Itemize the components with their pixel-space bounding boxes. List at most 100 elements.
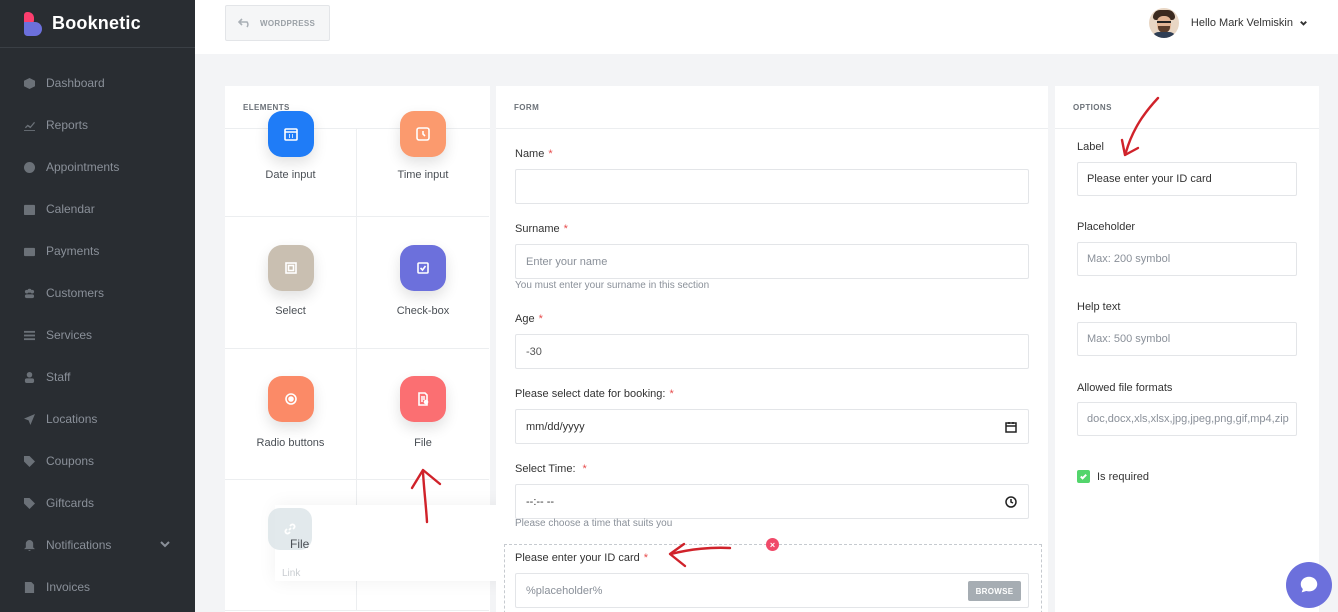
id-card-file-field[interactable]: %placeholder% BROWSE <box>515 573 1029 608</box>
user-icon <box>24 371 35 383</box>
select-time-field[interactable]: --:-- -- <box>515 484 1029 519</box>
sidebar-item-dashboard[interactable]: Dashboard <box>0 62 195 104</box>
element-check-box[interactable]: Check-box <box>357 217 489 349</box>
sidebar-item-notifications[interactable]: Notifications <box>0 524 195 566</box>
drag-ghost-sublabel: Link <box>282 568 301 579</box>
booking-date-field[interactable]: mm/dd/yyyy <box>515 409 1029 444</box>
age-field[interactable]: -30 <box>515 334 1029 369</box>
chat-support-button[interactable] <box>1286 562 1332 608</box>
sidebar-item-label: Appointments <box>46 160 120 174</box>
booking-date-value: mm/dd/yyyy <box>526 420 585 433</box>
sidebar-nav: Dashboard Reports Appointments Calendar … <box>0 62 195 608</box>
sidebar-item-payments[interactable]: Payments <box>0 230 195 272</box>
sidebar-item-appointments[interactable]: Appointments <box>0 146 195 188</box>
element-file[interactable]: File <box>357 349 489 480</box>
name-field-label: Name * <box>515 148 553 160</box>
brand-name: Booknetic <box>52 13 141 33</box>
file-icon <box>24 581 35 593</box>
is-required-checkbox[interactable]: Is required <box>1077 470 1149 483</box>
sidebar-item-label: Dashboard <box>46 76 105 90</box>
tag-icon <box>24 455 35 467</box>
element-time-input[interactable]: Time input <box>357 111 489 217</box>
option-label-label: Label <box>1077 141 1104 153</box>
options-panel-title: OPTIONS <box>1055 86 1319 129</box>
option-placeholder-input[interactable]: Max: 200 symbol <box>1077 242 1297 276</box>
checkmark-icon <box>1077 470 1090 483</box>
select-icon <box>267 245 314 291</box>
calendar-icon[interactable] <box>1005 421 1017 436</box>
surname-help-text: You must enter your surname in this sect… <box>515 280 710 291</box>
sidebar-item-label: Invoices <box>46 580 91 594</box>
avatar <box>1148 8 1179 38</box>
sidebar-item-customers[interactable]: Customers <box>0 272 195 314</box>
element-select[interactable]: Select <box>225 217 357 349</box>
element-date-input[interactable]: Date input <box>225 111 357 217</box>
sidebar-item-label: Calendar <box>46 202 95 216</box>
chart-icon <box>24 120 35 131</box>
element-label: File <box>414 437 432 449</box>
id-card-placeholder: %placeholder% <box>526 584 603 597</box>
user-greeting: Hello Mark Velmiskin <box>1190 17 1293 29</box>
booking-date-label: Please select date for booking: * <box>515 388 674 400</box>
element-label: Time input <box>397 169 449 181</box>
select-time-label: Select Time: * <box>515 463 587 475</box>
browse-button[interactable]: BROWSE <box>968 581 1021 601</box>
brand[interactable]: Booknetic <box>0 0 195 48</box>
sidebar-item-label: Reports <box>46 118 89 132</box>
clock-icon <box>24 161 35 173</box>
bell-icon <box>24 539 35 551</box>
option-label-input[interactable]: Please enter your ID card <box>1077 162 1297 196</box>
select-time-help-text: Please choose a time that suits you <box>515 518 673 529</box>
calendar-icon <box>24 204 35 215</box>
form-panel: FORM Name * Surname * Enter your name You … <box>496 86 1048 612</box>
element-label: Date input <box>265 169 316 181</box>
surname-field[interactable]: Enter your name <box>515 244 1029 279</box>
element-label: Select <box>275 305 306 317</box>
element-label: Check-box <box>396 305 450 317</box>
id-card-field-label: Please enter your ID card * <box>515 552 649 564</box>
location-arrow-icon <box>24 413 35 425</box>
checkbox-icon <box>400 245 446 291</box>
sidebar-item-label: Locations <box>46 412 98 426</box>
sidebar-item-coupons[interactable]: Coupons <box>0 440 195 482</box>
users-icon <box>24 288 35 299</box>
sidebar-item-label: Giftcards <box>46 496 95 510</box>
element-label: Radio buttons <box>256 437 325 449</box>
sidebar-item-label: Staff <box>46 370 71 384</box>
user-menu[interactable]: Hello Mark Velmiskin <box>1148 8 1308 38</box>
chevron-down-icon[interactable] <box>159 538 171 553</box>
drag-ghost-label: File <box>290 537 310 551</box>
list-icon <box>24 330 35 341</box>
sidebar-item-locations[interactable]: Locations <box>0 398 195 440</box>
chevron-down-icon <box>1300 20 1307 26</box>
sidebar-item-invoices[interactable]: Invoices <box>0 566 195 608</box>
name-field[interactable] <box>515 169 1029 204</box>
sidebar: Booknetic Dashboard Reports Appointments… <box>0 0 195 612</box>
sidebar-item-giftcards[interactable]: Giftcards <box>0 482 195 524</box>
option-allowed-formats-input[interactable]: doc,docx,xls,xlsx,jpg,jpeg,png,gif,mp4,z… <box>1077 402 1297 436</box>
is-required-label: Is required <box>1097 470 1149 483</box>
sidebar-item-label: Customers <box>46 286 105 300</box>
sidebar-item-calendar[interactable]: Calendar <box>0 188 195 230</box>
option-help-text-input[interactable]: Max: 500 symbol <box>1077 322 1297 356</box>
back-to-wordpress-button[interactable]: WORDPRESS <box>225 5 330 41</box>
sidebar-item-services[interactable]: Services <box>0 314 195 356</box>
sidebar-item-staff[interactable]: Staff <box>0 356 195 398</box>
chat-bubble-icon <box>1300 576 1318 593</box>
wallet-icon <box>24 246 35 257</box>
cube-icon <box>24 77 35 89</box>
option-allowed-formats-label: Allowed file formats <box>1077 382 1173 394</box>
clock-icon[interactable] <box>1005 496 1017 511</box>
calendar-icon <box>267 111 314 157</box>
sidebar-item-label: Notifications <box>46 538 112 552</box>
sidebar-item-reports[interactable]: Reports <box>0 104 195 146</box>
file-icon <box>400 376 446 422</box>
booknetic-logo <box>24 11 44 36</box>
radio-icon <box>267 376 314 422</box>
remove-field-button[interactable]: × <box>766 538 779 551</box>
sidebar-item-label: Payments <box>46 244 100 258</box>
element-radio-buttons[interactable]: Radio buttons <box>225 349 357 480</box>
option-help-text-label: Help text <box>1077 301 1121 313</box>
select-time-value: --:-- -- <box>526 495 555 508</box>
form-panel-title: FORM <box>496 86 1048 129</box>
